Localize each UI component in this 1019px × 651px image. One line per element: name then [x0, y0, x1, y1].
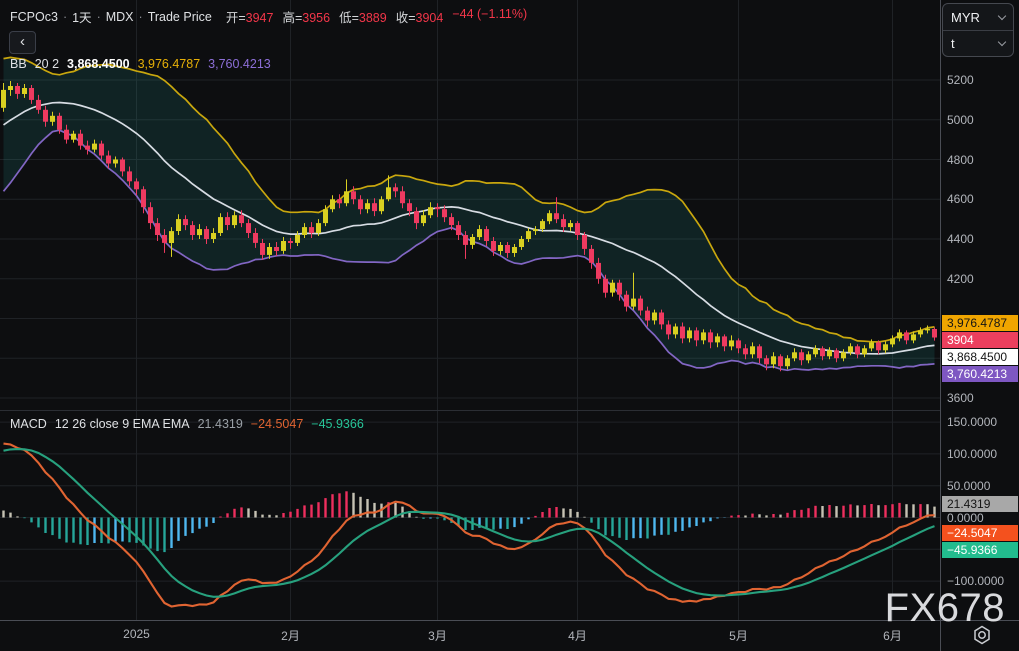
month-label: 5月 [729, 629, 748, 643]
bb-upper-value: 3,976.4787 [137, 57, 201, 71]
price-badge: 3,976.4787 [942, 315, 1018, 332]
currency-dropdown[interactable]: MYR [943, 4, 1013, 30]
exchange-label: MDX [105, 9, 134, 24]
unit-value: t [951, 36, 955, 51]
axis-tick-label: 3600 [947, 391, 974, 405]
open-value: 开=3947 [225, 11, 274, 25]
separator-dot: · [96, 9, 101, 24]
close-value: 收=3904 [395, 11, 444, 25]
axis-tick-label: 4200 [947, 271, 974, 286]
trading-chart-app: FCPOc3 · 1天 · MDX · Trade Price 开=3947 高… [0, 0, 1019, 651]
price-badge: 3,760.4213 [942, 366, 1018, 383]
fx678-watermark: FX678 [884, 586, 1005, 630]
price-badge: 21.4319 [942, 495, 1018, 512]
price-badge: 3904 [942, 332, 1018, 349]
month-label: 2025 [123, 627, 150, 641]
chevron-down-icon [997, 37, 1007, 47]
axis-tick-label: 50.0000 [947, 478, 991, 493]
macd-indicator-legend[interactable]: MACD 12 26 close 9 EMA EMA 21.4319 −24.5… [10, 417, 364, 431]
macd-params: 12 26 close 9 EMA EMA [54, 417, 190, 431]
currency-value: MYR [951, 9, 980, 25]
axis-tick-label: 5000 [947, 112, 974, 127]
interval-label: 1天 [72, 11, 92, 25]
axis-tick-label: 5200 [947, 73, 974, 87]
time-axis[interactable]: 2025 2月 3月 4月 5月 6月 [0, 620, 1019, 651]
fx678-logo-icon [974, 625, 990, 645]
symbol-name: FCPOc3 [10, 9, 58, 24]
change-value: −44 (−1.11%) [452, 7, 528, 21]
axis-tick-label: 4600 [947, 192, 974, 207]
bb-basis-value: 3,868.4500 [67, 57, 130, 71]
high-value: 高=3956 [282, 11, 331, 25]
separator-dot: · [138, 9, 143, 24]
axis-tick-label: 4800 [947, 152, 974, 167]
separator-dot: · [62, 9, 68, 24]
price-badge: −45.9366 [942, 542, 1018, 559]
macd-hist-value: 21.4319 [197, 417, 243, 431]
bb-name: BB [10, 57, 27, 71]
unit-dropdown[interactable]: t [943, 30, 1013, 56]
bb-lower-value: 3,760.4213 [208, 57, 271, 71]
unit-dropdown-group: MYR t [942, 3, 1014, 57]
bb-params: 20 2 [34, 57, 60, 71]
axis-tick-label: 4400 [947, 232, 974, 246]
macd-name: MACD [10, 417, 47, 431]
back-button[interactable]: ‹ [9, 31, 36, 54]
month-label: 4月 [568, 629, 587, 643]
month-label: 2月 [281, 629, 300, 643]
bb-indicator-legend[interactable]: BB 20 2 3,868.4500 3,976.4787 3,760.4213 [10, 57, 271, 71]
price-badge: −24.5047 [942, 525, 1018, 542]
chart-canvas[interactable] [0, 0, 1019, 651]
series-type-label: Trade Price [147, 9, 212, 24]
axis-tick-label: 0.0000 [947, 510, 984, 525]
month-label: 3月 [428, 629, 447, 643]
axis-tick-label: 100.0000 [947, 446, 998, 461]
chevron-down-icon [997, 11, 1007, 20]
ohlc-values: 开=3947 高=3956 低=3889 收=3904 −44 (−1.11%) [226, 7, 527, 26]
chevron-left-icon: ‹ [20, 33, 25, 50]
axis-tick-label: 150.0000 [947, 415, 998, 430]
price-badge: 3,868.4500 [942, 349, 1018, 366]
macd-signal-value: −45.9366 [311, 417, 364, 431]
macd-line-value: −24.5047 [250, 417, 304, 431]
symbol-header[interactable]: FCPOc3 · 1天 · MDX · Trade Price 开=3947 高… [10, 7, 527, 26]
low-value: 低=3889 [339, 11, 387, 25]
